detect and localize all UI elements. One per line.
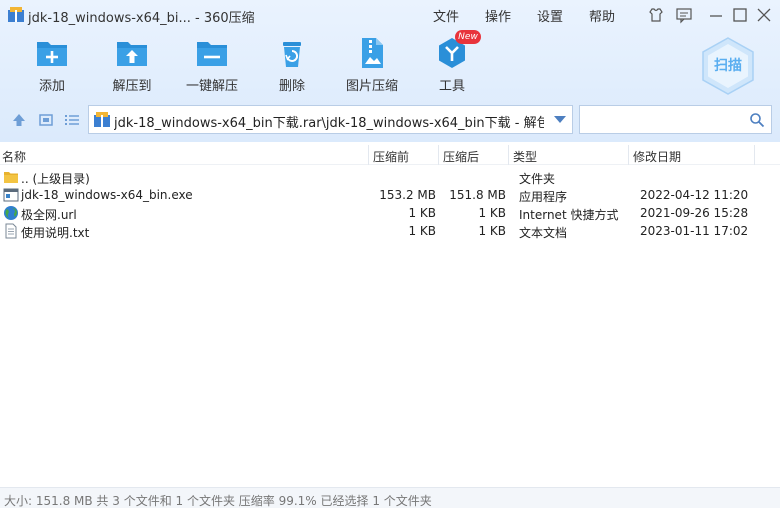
file-original-size: 1 KB: [408, 224, 436, 238]
maximize-icon[interactable]: [731, 6, 749, 24]
app-icon: [8, 7, 24, 22]
table-row[interactable]: 极全网.url 1 KB 1 KB Internet 快捷方式 2021-09-…: [0, 204, 780, 222]
file-name: .. (上级目录): [21, 172, 90, 186]
extract-to-button[interactable]: 解压到: [92, 36, 172, 94]
title-bar: jdk-18_windows-x64_bi... - 360压缩 文件 操作 设…: [0, 0, 780, 30]
address-bar[interactable]: jdk-18_windows-x64_bin下载.rar\jdk-18_wind…: [88, 105, 573, 134]
status-text: 大小: 151.8 MB 共 3 个文件和 1 个文件夹 压缩率 99.1% 已…: [4, 494, 432, 508]
status-bar: 大小: 151.8 MB 共 3 个文件和 1 个文件夹 压缩率 99.1% 已…: [0, 487, 780, 508]
menu-help[interactable]: 帮助: [589, 6, 641, 25]
column-divider[interactable]: [628, 145, 629, 165]
file-original-size: 1 KB: [408, 206, 436, 220]
add-label: 添加: [38, 79, 65, 94]
close-icon[interactable]: [755, 6, 773, 24]
toolbar: 添加 解压到 一键解压 删除 图片压缩 工具: [0, 36, 700, 98]
skin-icon[interactable]: [647, 6, 665, 24]
file-modified: 2023-01-11 17:02: [640, 224, 749, 238]
menu-operation[interactable]: 操作: [485, 6, 537, 25]
file-name: 极全网.url: [21, 208, 77, 222]
list-view-icon[interactable]: [64, 112, 80, 128]
column-original-size[interactable]: 压缩前: [373, 148, 409, 165]
one-click-extract-button[interactable]: 一键解压: [172, 36, 252, 94]
add-icon: [37, 42, 67, 66]
exe-icon: [3, 188, 19, 202]
minimize-icon[interactable]: [707, 6, 725, 24]
file-type: 文本文档: [519, 226, 568, 240]
delete-label: 删除: [278, 79, 305, 94]
file-modified: 2021-09-26 15:28: [640, 206, 749, 220]
extract-to-label: 解压到: [112, 79, 152, 94]
column-divider[interactable]: [508, 145, 509, 165]
menu-bar: 文件 操作 设置 帮助: [433, 6, 641, 25]
column-name[interactable]: 名称: [2, 148, 26, 165]
globe-icon: [4, 206, 18, 220]
up-arrow-icon[interactable]: [11, 112, 27, 128]
thumbnail-view-icon[interactable]: [38, 112, 54, 128]
image-compress-label: 图片压缩: [345, 79, 398, 94]
file-name: 使用说明.txt: [21, 226, 90, 240]
one-click-extract-icon: [197, 42, 227, 66]
tools-label: 工具: [438, 79, 465, 94]
file-compressed-size: 1 KB: [478, 206, 506, 220]
one-click-extract-label: 一键解压: [185, 79, 238, 94]
menu-file[interactable]: 文件: [433, 6, 485, 25]
tools-button[interactable]: 工具: [412, 36, 492, 94]
delete-button[interactable]: 删除: [252, 36, 332, 94]
column-modified[interactable]: 修改日期: [633, 148, 681, 165]
search-box[interactable]: [579, 105, 772, 134]
file-original-size: 153.2 MB: [379, 188, 436, 202]
feedback-icon[interactable]: [675, 6, 693, 24]
table-row[interactable]: jdk-18_windows-x64_bin.exe 153.2 MB 151.…: [0, 186, 780, 204]
file-modified: 2022-04-12 11:20: [640, 188, 749, 202]
column-divider[interactable]: [438, 145, 439, 165]
column-divider[interactable]: [368, 145, 369, 165]
folder-icon: [4, 172, 18, 183]
new-badge: New: [455, 30, 481, 44]
chevron-down-icon[interactable]: [554, 116, 566, 124]
address-path: jdk-18_windows-x64_bin下载.rar\jdk-18_wind…: [114, 116, 544, 131]
search-icon[interactable]: [749, 112, 765, 128]
column-compressed-size[interactable]: 压缩后: [443, 148, 479, 165]
table-row[interactable]: 使用说明.txt 1 KB 1 KB 文本文档 2023-01-11 17:02: [0, 222, 780, 240]
image-compress-icon: [362, 38, 383, 68]
scan-label: 扫描: [714, 57, 742, 74]
file-type: 文件夹: [519, 172, 556, 186]
file-compressed-size: 1 KB: [478, 224, 506, 238]
delete-icon: [283, 42, 301, 67]
file-compressed-size: 151.8 MB: [449, 188, 506, 202]
column-header: 名称 压缩前 压缩后 类型 修改日期: [0, 145, 780, 165]
add-button[interactable]: 添加: [12, 36, 92, 94]
archive-icon: [94, 112, 110, 127]
window-title: jdk-18_windows-x64_bi... - 360压缩: [28, 11, 255, 26]
file-type: Internet 快捷方式: [519, 208, 619, 222]
scan-button[interactable]: 扫描: [700, 36, 756, 96]
extract-to-icon: [117, 42, 147, 66]
table-row[interactable]: .. (上级目录) 文件夹: [0, 168, 780, 186]
search-input[interactable]: [584, 110, 744, 129]
file-name: jdk-18_windows-x64_bin.exe: [21, 188, 193, 202]
column-type[interactable]: 类型: [513, 148, 537, 165]
menu-settings[interactable]: 设置: [537, 6, 589, 25]
column-divider[interactable]: [754, 145, 755, 165]
image-compress-button[interactable]: 图片压缩: [332, 36, 412, 94]
file-type: 应用程序: [519, 190, 568, 204]
text-file-icon: [5, 223, 17, 239]
